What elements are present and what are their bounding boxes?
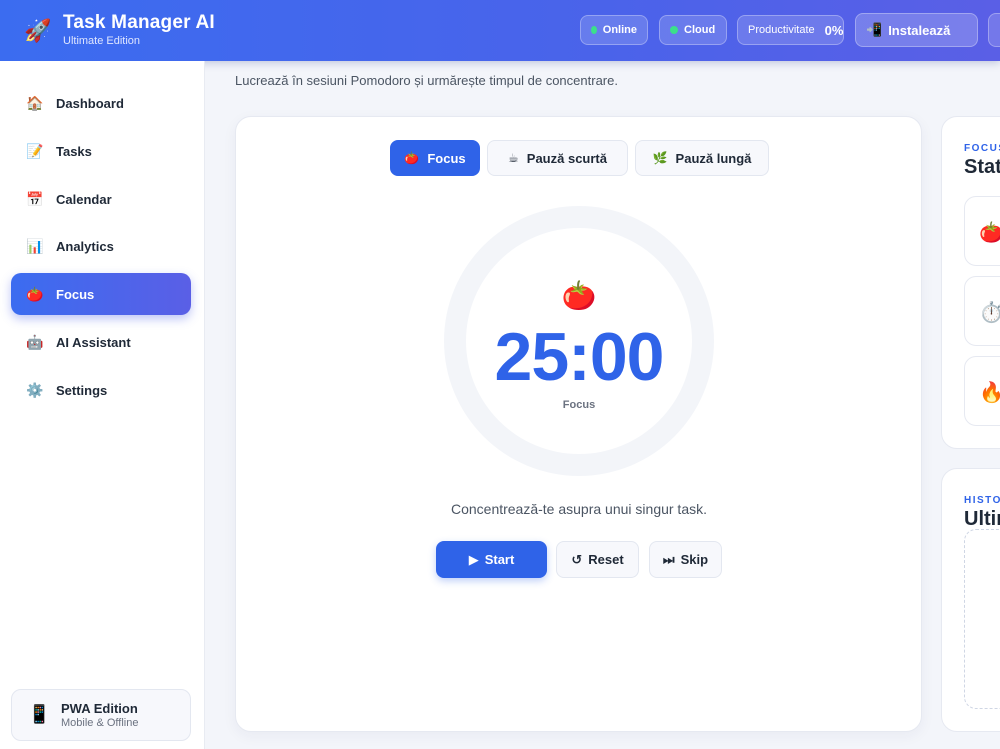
productivity-label: Productivitate [748, 24, 815, 36]
install-app-icon: 📲 [866, 22, 883, 37]
start-label: Start [484, 552, 515, 567]
stopwatch-icon: ⏱️ [979, 300, 1000, 325]
stat-streak: 🔥 [964, 356, 1000, 426]
reset-icon: ↺ [571, 551, 583, 567]
tab-label: Focus [427, 150, 466, 166]
online-label: Online [602, 24, 637, 36]
install-button[interactable]: 📲 Instalează [855, 13, 978, 47]
play-icon: ▶ [468, 551, 479, 567]
leaf-icon: 🌿 [652, 151, 668, 165]
sidebar: 🏠 Dashboard 📝 Tasks 📅 Calendar 📊 Analyti… [0, 61, 205, 749]
header-extra-button[interactable] [988, 13, 1000, 47]
sidebar-item-label: Settings [56, 382, 108, 398]
pwa-title: PWA Edition [61, 701, 138, 716]
calendar-icon: 📅 [26, 190, 44, 207]
app-header: 🚀 Task Manager AI Ultimate Edition Onlin… [0, 0, 1000, 61]
page-intro: Lucrează în sesiuni Pomodoro și urmăreșt… [235, 73, 618, 88]
timer-display: 25:00 [494, 319, 665, 395]
cloud-status-badge: Cloud [659, 15, 727, 45]
sidebar-item-calendar[interactable]: 📅 Calendar [11, 178, 191, 220]
sidebar-item-label: Calendar [56, 191, 112, 207]
pwa-edition-card: 📱 PWA Edition Mobile & Offline [11, 689, 191, 741]
gear-icon: ⚙️ [26, 381, 44, 398]
fire-icon: 🔥 [979, 380, 1000, 405]
stat-sessions: 🍅 [964, 196, 1000, 266]
tab-label: Pauză lungă [675, 150, 752, 166]
sidebar-item-label: Tasks [56, 143, 92, 159]
stats-title: Stat [964, 156, 1000, 178]
timer-mode-label: Focus [562, 399, 596, 411]
sidebar-item-analytics[interactable]: 📊 Analytics [11, 225, 191, 267]
rocket-icon: 🚀 [24, 18, 52, 43]
tab-long-break[interactable]: 🌿 Pauză lungă [635, 140, 769, 176]
tab-short-break[interactable]: ☕ Pauză scurtă [487, 140, 628, 176]
robot-icon: 🤖 [26, 333, 44, 350]
productivity-badge: Productivitate 0% [737, 15, 844, 45]
sidebar-item-dashboard[interactable]: 🏠 Dashboard [11, 82, 191, 124]
tomato-icon: 🍅 [979, 220, 1000, 245]
history-empty-state [964, 529, 1000, 709]
history-card: HISTO Ultin [941, 468, 1000, 732]
skip-icon: ⏭ [662, 551, 675, 567]
tab-label: Pauză scurtă [526, 150, 607, 166]
reset-label: Reset [588, 552, 624, 567]
house-icon: 🏠 [26, 94, 44, 111]
status-dot-icon [670, 26, 678, 34]
history-title: Ultin [964, 508, 1000, 530]
tomato-icon: 🍅 [26, 285, 44, 302]
start-button[interactable]: ▶ Start [436, 541, 547, 578]
sidebar-item-label: Analytics [56, 238, 114, 254]
online-status-badge: Online [580, 15, 648, 45]
mobile-phone-icon: 📱 [28, 704, 51, 724]
focus-timer-card: 🍅 Focus ☕ Pauză scurtă 🌿 Pauză lungă 🍅 2… [235, 116, 922, 732]
sidebar-item-focus[interactable]: 🍅 Focus [11, 273, 191, 315]
stats-eyebrow: FOCUS [964, 143, 1000, 154]
pwa-subtitle: Mobile & Offline [61, 717, 139, 729]
tomato-icon: 🍅 [404, 151, 420, 165]
status-dot-icon [591, 26, 597, 34]
tab-focus[interactable]: 🍅 Focus [390, 140, 480, 176]
sidebar-item-label: Focus [56, 286, 95, 302]
stat-time: ⏱️ [964, 276, 1000, 346]
history-eyebrow: HISTO [964, 495, 1000, 506]
bar-chart-icon: 📊 [26, 237, 44, 254]
tomato-icon: 🍅 [561, 280, 597, 311]
sidebar-item-tasks[interactable]: 📝 Tasks [11, 130, 191, 172]
focus-hint: Concentrează-te asupra unui singur task. [450, 501, 708, 517]
sidebar-item-ai-assistant[interactable]: 🤖 AI Assistant [11, 321, 191, 363]
skip-label: Skip [680, 552, 709, 567]
reset-button[interactable]: ↺ Reset [556, 541, 639, 578]
memo-icon: 📝 [26, 142, 44, 159]
sidebar-item-settings[interactable]: ⚙️ Settings [11, 369, 191, 411]
app-title: Task Manager AI [63, 12, 215, 33]
sidebar-item-label: AI Assistant [56, 334, 131, 350]
focus-stats-card: FOCUS Stat 🍅 ⏱️ 🔥 [941, 116, 1000, 449]
cloud-label: Cloud [684, 24, 716, 36]
install-label: Instalează [888, 22, 951, 38]
productivity-value: 0% [824, 22, 844, 38]
app-subtitle: Ultimate Edition [63, 35, 141, 47]
sidebar-item-label: Dashboard [56, 95, 124, 111]
skip-button[interactable]: ⏭ Skip [649, 541, 722, 578]
coffee-icon: ☕ [508, 151, 519, 165]
